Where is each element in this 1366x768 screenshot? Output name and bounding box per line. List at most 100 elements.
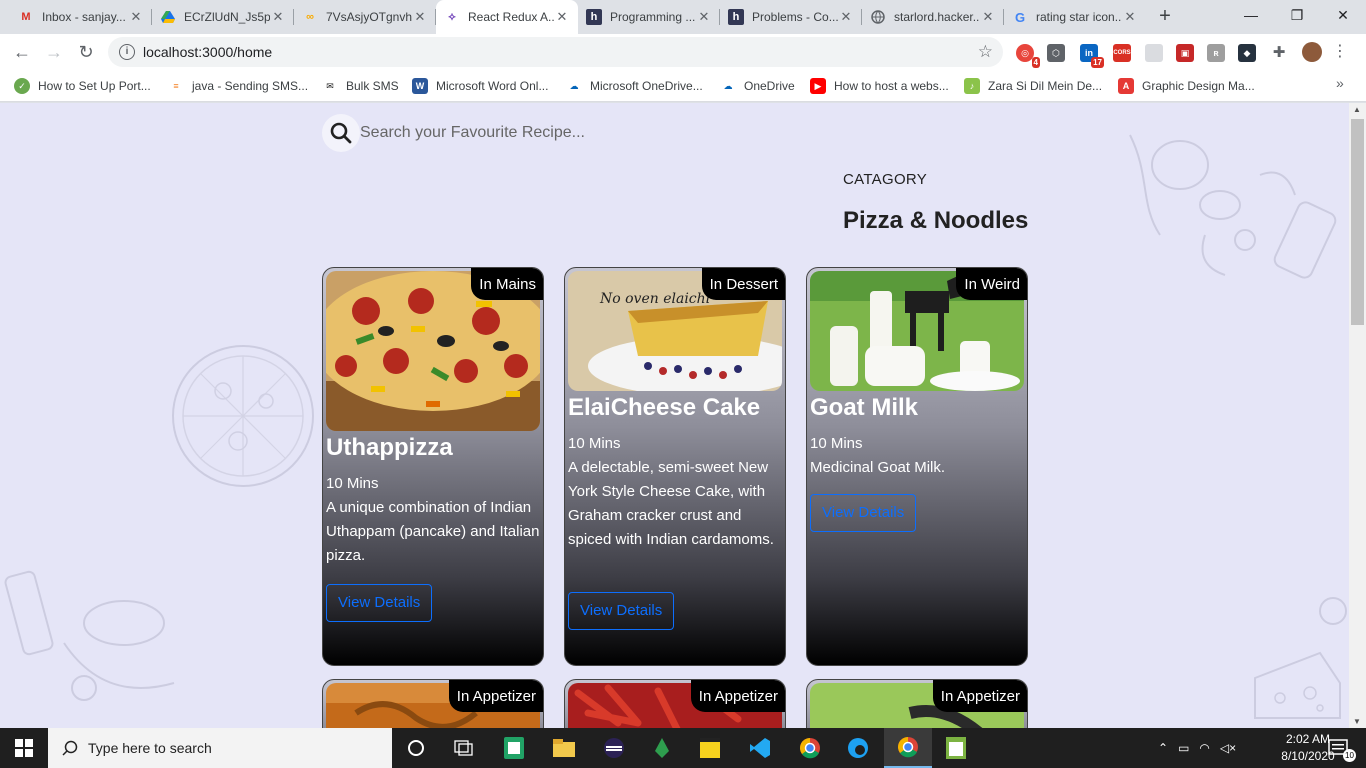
minimize-button[interactable]: — (1228, 0, 1274, 30)
tab-react-redux[interactable]: ⟡ React Redux A... ✕ (436, 0, 578, 34)
tab-title: starlord.hacker... (894, 10, 980, 24)
bookmark-item[interactable]: ≡ java - Sending SMS... (168, 77, 308, 95)
windows-start-button[interactable] (0, 728, 48, 768)
recipe-card[interactable]: In Weird Goat Milk 10 Mins Medicinal Goa… (806, 267, 1028, 666)
battery-icon[interactable]: ▭ (1178, 741, 1189, 755)
cortana-icon[interactable] (392, 728, 440, 768)
bookmark-item[interactable]: ♪ Zara Si Dil Mein De... (964, 77, 1102, 95)
image-caption: No oven elaichi (599, 291, 710, 307)
extension-badge: 17 (1091, 57, 1104, 68)
tab-colab[interactable]: ∞ 7VsAsjyOTgnvh... ✕ (294, 0, 436, 34)
bookmark-item[interactable]: ✓ How to Set Up Port... (14, 77, 151, 95)
bookmark-label: OneDrive (744, 79, 795, 93)
taskbar-search[interactable]: Type here to search (48, 728, 392, 768)
extension-icon[interactable]: ⬡ (1047, 44, 1065, 62)
chrome-icon[interactable] (786, 728, 834, 768)
close-tab-icon[interactable]: ✕ (128, 9, 144, 25)
windows-logo-icon (15, 739, 33, 757)
tab-drive[interactable]: ECrZlUdN_Js5p... ✕ (152, 0, 294, 34)
scroll-down-icon[interactable]: ▼ (1353, 717, 1361, 726)
menu-icon[interactable]: ⋮ (1330, 38, 1350, 66)
tab-gmail[interactable]: M Inbox - sanjay... ✕ (10, 0, 152, 34)
volume-muted-icon[interactable]: ◁× (1220, 741, 1236, 755)
bookmark-item[interactable]: W Microsoft Word Onl... (412, 77, 548, 95)
extension-icon[interactable]: ◆ (1238, 44, 1256, 62)
tab-title: React Redux A... (468, 10, 554, 24)
close-tab-icon[interactable]: ✕ (412, 9, 428, 25)
extension-icon[interactable]: ▣ (1176, 44, 1194, 62)
recipe-card[interactable]: In Appetizer (806, 679, 1028, 728)
bookmark-label: Graphic Design Ma... (1142, 79, 1255, 93)
taskbar-search-placeholder: Type here to search (88, 740, 212, 756)
tab-starlord[interactable]: starlord.hacker... ✕ (862, 0, 1004, 34)
rocket-app-icon[interactable] (638, 728, 686, 768)
close-tab-icon[interactable]: ✕ (838, 9, 854, 25)
sticky-notes-icon[interactable] (686, 728, 734, 768)
bookmark-star-icon[interactable]: ☆ (978, 42, 993, 62)
close-tab-icon[interactable]: ✕ (1122, 9, 1138, 25)
spreadsheet-app-icon[interactable] (490, 728, 538, 768)
bookmark-item[interactable]: ☁ OneDrive (720, 77, 795, 95)
recipe-name: ElaiCheese Cake (568, 394, 761, 421)
extension-icon[interactable]: ◎ 4 (1016, 44, 1040, 68)
view-details-button[interactable]: View Details (326, 584, 433, 622)
chrome-active-icon[interactable] (884, 728, 932, 768)
cors-extension-icon[interactable]: CORS (1113, 44, 1131, 62)
recipe-time: 10 Mins (810, 435, 863, 452)
tab-rating-star[interactable]: G rating star icon... ✕ (1004, 0, 1146, 34)
close-tab-icon[interactable]: ✕ (980, 9, 996, 25)
wifi-icon[interactable]: ◠ (1199, 741, 1209, 755)
view-details-button[interactable]: View Details (810, 494, 917, 532)
new-tab-button[interactable]: + (1153, 4, 1177, 28)
recipe-card[interactable]: In Appetizer (564, 679, 786, 728)
forward-button[interactable]: → (40, 38, 68, 66)
bookmark-item[interactable]: ▶ How to host a webs... (810, 77, 949, 95)
category-tag: In Appetizer (690, 680, 785, 712)
recipe-time: 10 Mins (568, 435, 621, 452)
task-view-icon[interactable] (440, 728, 488, 768)
bookmark-item[interactable]: ☁ Microsoft OneDrive... (566, 77, 703, 95)
notepad-app-icon[interactable] (932, 728, 980, 768)
bookmark-item[interactable]: A Graphic Design Ma... (1118, 77, 1255, 95)
maximize-button[interactable]: ❐ (1274, 0, 1320, 30)
tab-programming[interactable]: h Programming ... ✕ (578, 0, 720, 34)
page-scrollbar[interactable]: ▲ ▼ (1349, 103, 1366, 728)
recipe-search[interactable] (322, 113, 822, 153)
back-button[interactable]: ← (8, 38, 36, 66)
extension-icon[interactable] (1145, 44, 1163, 62)
puzzle-icon[interactable]: ✚ (1270, 44, 1288, 62)
scrollbar-thumb[interactable] (1351, 119, 1364, 325)
kitchen-tools-doodle-icon (1129, 134, 1337, 279)
chevron-up-icon[interactable]: ⌃ (1158, 741, 1168, 755)
tab-title: Programming ... (610, 10, 696, 24)
bookmark-item[interactable]: ✉ Bulk SMS (322, 77, 398, 95)
close-tab-icon[interactable]: ✕ (270, 9, 286, 25)
more-bookmarks-icon[interactable]: » (1336, 75, 1344, 91)
address-bar[interactable]: i localhost:3000/home ☆ (108, 37, 1003, 67)
search-input[interactable] (360, 124, 780, 142)
close-tab-icon[interactable]: ✕ (554, 9, 570, 25)
vscode-icon[interactable] (736, 728, 784, 768)
recipe-card[interactable]: In Mains Uthappizza 10 Mins A unique com… (322, 267, 544, 666)
profile-avatar[interactable] (1302, 42, 1322, 62)
search-icon[interactable] (322, 114, 360, 152)
linkedin-icon[interactable]: in 17 (1080, 44, 1104, 68)
tab-problems[interactable]: h Problems - Co... ✕ (720, 0, 862, 34)
eclipse-icon[interactable] (590, 728, 638, 768)
recipe-card[interactable]: No oven elaichi In Dessert ElaiCheese Ca… (564, 267, 786, 666)
reload-button[interactable]: ↻ (72, 38, 100, 66)
recipe-name: Uthappizza (326, 434, 453, 461)
system-tray: ⌃ ▭ ◠ ◁× (1158, 728, 1236, 768)
file-explorer-icon[interactable] (540, 728, 588, 768)
close-window-button[interactable]: ✕ (1320, 0, 1366, 30)
recipe-card[interactable]: In Appetizer (322, 679, 544, 728)
scroll-up-icon[interactable]: ▲ (1353, 105, 1361, 114)
notification-center-icon[interactable]: 10 (1318, 728, 1358, 768)
info-icon[interactable]: i (119, 44, 135, 60)
edge-icon[interactable] (834, 728, 882, 768)
extension-icon[interactable]: ʀ (1207, 44, 1225, 62)
url-text[interactable]: localhost:3000/home (143, 44, 978, 60)
bookmark-label: Microsoft Word Onl... (436, 79, 549, 93)
view-details-button[interactable]: View Details (568, 592, 675, 630)
close-tab-icon[interactable]: ✕ (696, 9, 712, 25)
